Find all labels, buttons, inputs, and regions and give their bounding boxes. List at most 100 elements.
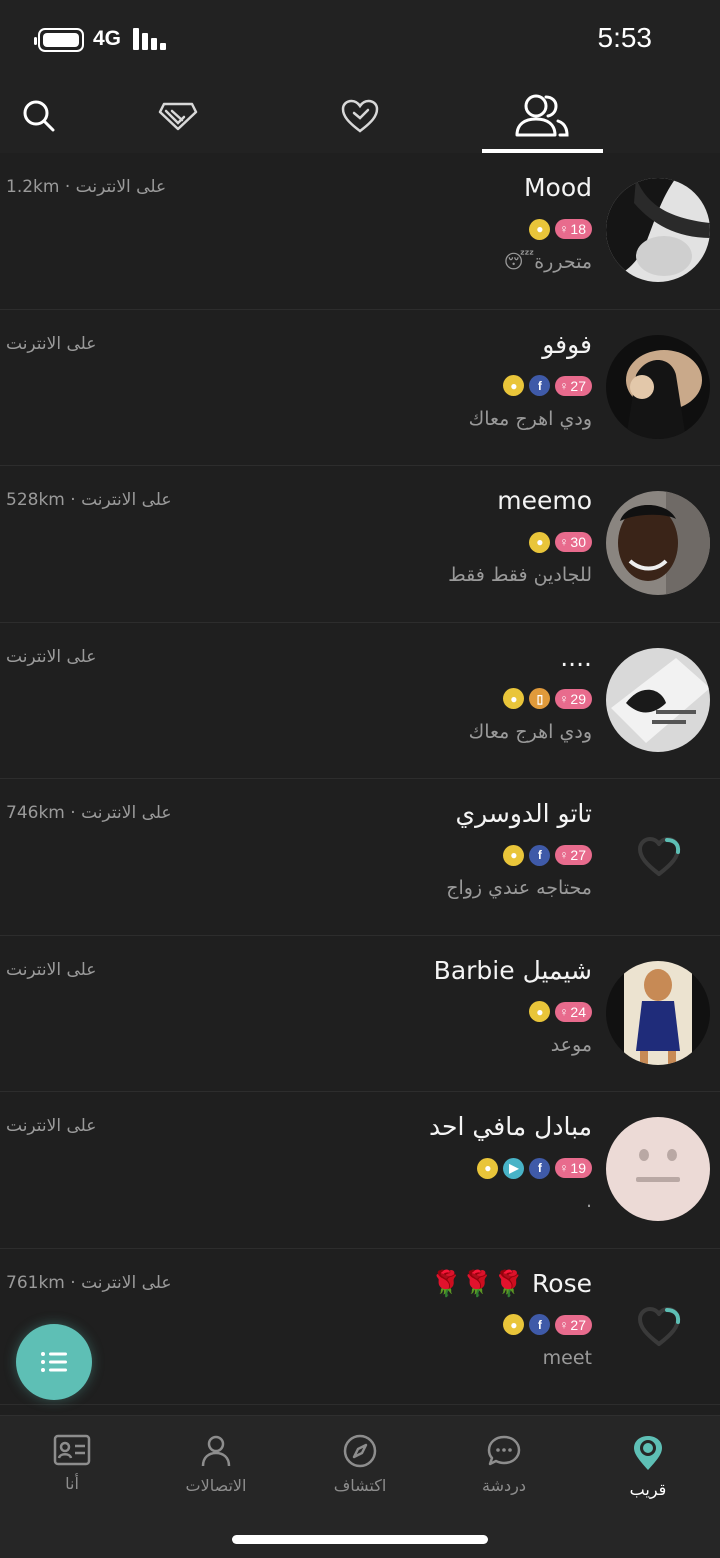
user-distance-status: 528km · على الانترنت xyxy=(6,490,172,510)
avatar[interactable] xyxy=(606,178,710,282)
filter-list-button[interactable] xyxy=(16,1324,92,1400)
user-badges: ♀ 18 ● xyxy=(529,216,592,242)
user-name: تاتو الدوسري xyxy=(455,799,592,828)
home-indicator[interactable] xyxy=(232,1535,488,1544)
avatar[interactable] xyxy=(606,491,710,595)
nav-chat[interactable]: دردشة xyxy=(432,1434,576,1514)
clock: 5:53 xyxy=(597,22,653,53)
list-item[interactable]: .... ♀ 29 ▯ ● ودي اهرج معاك على الانترنت xyxy=(0,622,720,779)
avatar[interactable] xyxy=(606,334,710,439)
age-badge: ♀ 27 xyxy=(555,1314,592,1335)
age-badge: ♀ 19 xyxy=(555,1158,592,1178)
age-badge: ♀ 27 xyxy=(555,375,592,396)
people-icon xyxy=(515,94,569,136)
nav-nearby[interactable]: قريب xyxy=(576,1434,720,1514)
signal-icon xyxy=(133,28,169,50)
heart-placeholder-icon[interactable] xyxy=(636,1304,682,1350)
nav-contacts[interactable]: الاتصالات xyxy=(144,1434,288,1514)
user-distance-status: 1.2km · على الانترنت xyxy=(6,177,167,197)
user-name: .... xyxy=(560,642,592,672)
tab-search[interactable] xyxy=(0,78,99,153)
nearby-user-list: Mood ♀ 18 ● متحررة😴 1.2km · على الانترنت … xyxy=(0,153,720,1415)
female-icon: ♀ xyxy=(559,848,569,862)
tab-likes[interactable] xyxy=(300,78,420,153)
list-item[interactable]: فوفو ♀ 27 f ● ودي اهرج معاك على الانترنت xyxy=(0,309,720,466)
user-bio: موعد xyxy=(550,1033,592,1056)
fire-badge-icon: ● xyxy=(477,1157,499,1179)
status-bar: 4G 5:53 xyxy=(0,0,720,78)
user-bio: ودي اهرج معاك xyxy=(468,407,592,430)
list-item[interactable]: meemo ♀ 30 ● للجادين فقط فقط 528km · على … xyxy=(0,466,720,623)
user-badges: ♀ 27 f ● xyxy=(503,842,592,868)
tab-diamond[interactable] xyxy=(118,78,238,153)
facebook-badge-icon: f xyxy=(529,375,551,396)
facebook-badge-icon: f xyxy=(529,1314,551,1335)
list-item[interactable]: تاتو الدوسري ♀ 27 f ● محتاجه عندي زواج 74… xyxy=(0,779,720,936)
nav-discover[interactable]: اكتشاف xyxy=(288,1434,432,1514)
nav-label: اكتشاف xyxy=(333,1476,387,1495)
fire-badge-icon: ● xyxy=(503,844,525,866)
age-badge: ♀ 29 xyxy=(555,688,592,709)
user-distance-status: على الانترنت xyxy=(6,646,97,667)
user-badges: ♀ 24 ● xyxy=(529,999,592,1025)
female-icon: ♀ xyxy=(559,1317,569,1332)
list-item[interactable]: شيميل Barbie ♀ 24 ● موعد على الانترنت xyxy=(0,935,720,1092)
nav-me[interactable]: أنا xyxy=(0,1434,144,1514)
user-bio: محتاجه عندي زواج xyxy=(446,877,592,899)
nav-label: أنا xyxy=(65,1474,79,1493)
user-distance-status: 761km · على الانترنت xyxy=(6,1272,172,1293)
age-badge: ♀ 24 xyxy=(555,1001,592,1022)
nav-label: قريب xyxy=(629,1480,667,1499)
user-badges: ♀ 30 ● xyxy=(529,529,592,555)
search-icon xyxy=(23,100,55,131)
network-type: 4G xyxy=(93,27,122,50)
user-distance-status: 746km · على الانترنت xyxy=(6,803,172,823)
fire-badge-icon: ● xyxy=(529,1001,551,1022)
user-name: meemo xyxy=(497,486,592,515)
avatar[interactable] xyxy=(606,647,710,752)
user-bio: ودي اهرج معاك xyxy=(468,720,592,743)
diamond-icon xyxy=(158,102,198,130)
video-badge-icon: ▶ xyxy=(503,1157,525,1179)
heart-placeholder-icon[interactable] xyxy=(636,834,682,880)
tab-people[interactable] xyxy=(482,78,602,153)
chat-bubble-icon xyxy=(487,1435,521,1466)
avatar[interactable] xyxy=(606,1117,710,1221)
person-icon xyxy=(201,1435,231,1467)
list-item[interactable]: Rose 🌹🌹🌹 ♀ 27 f ● meet 761km · على الانتر… xyxy=(0,1248,720,1405)
avatar[interactable] xyxy=(606,960,710,1065)
female-icon: ♀ xyxy=(559,1161,569,1175)
user-name: مبادل مافي احد xyxy=(428,1112,592,1141)
user-bio: meet xyxy=(542,1346,592,1369)
phone-badge-icon: ▯ xyxy=(529,688,551,709)
user-name: فوفو xyxy=(542,329,592,359)
age-badge: ♀ 30 xyxy=(555,532,592,552)
user-bio: متحررة😴 xyxy=(503,251,592,273)
heart-icon xyxy=(341,99,379,133)
fire-badge-icon: ● xyxy=(503,375,525,396)
fire-badge-icon: ● xyxy=(529,218,551,240)
user-badges: ♀ 27 f ● xyxy=(503,1312,592,1338)
user-badges: ♀ 29 ▯ ● xyxy=(503,686,592,712)
facebook-badge-icon: f xyxy=(529,844,551,866)
user-bio: للجادين فقط فقط xyxy=(448,564,592,586)
list-icon xyxy=(41,1352,67,1372)
age-badge: ♀ 18 xyxy=(555,219,592,239)
female-icon: ♀ xyxy=(559,1004,569,1019)
battery-icon xyxy=(34,28,84,52)
user-distance-status: على الانترنت xyxy=(6,959,97,980)
profile-card-icon xyxy=(53,1434,91,1466)
list-item[interactable]: مبادل مافي احد ♀ 19 f ▶ ● . على الانترنت xyxy=(0,1092,720,1249)
user-distance-status: على الانترنت xyxy=(6,1116,97,1136)
user-name: Mood xyxy=(523,173,592,202)
list-item[interactable]: Mood ♀ 18 ● متحررة😴 1.2km · على الانترنت xyxy=(0,153,720,310)
fire-badge-icon: ● xyxy=(503,1314,525,1335)
female-icon: ♀ xyxy=(559,691,569,706)
female-icon: ♀ xyxy=(559,535,569,549)
user-bio: . xyxy=(585,1190,592,1212)
top-tab-bar xyxy=(0,78,720,153)
fire-badge-icon: ● xyxy=(529,531,551,553)
nav-label: دردشة xyxy=(482,1476,526,1495)
female-icon: ♀ xyxy=(559,222,569,236)
age-badge: ♀ 27 xyxy=(555,845,592,865)
